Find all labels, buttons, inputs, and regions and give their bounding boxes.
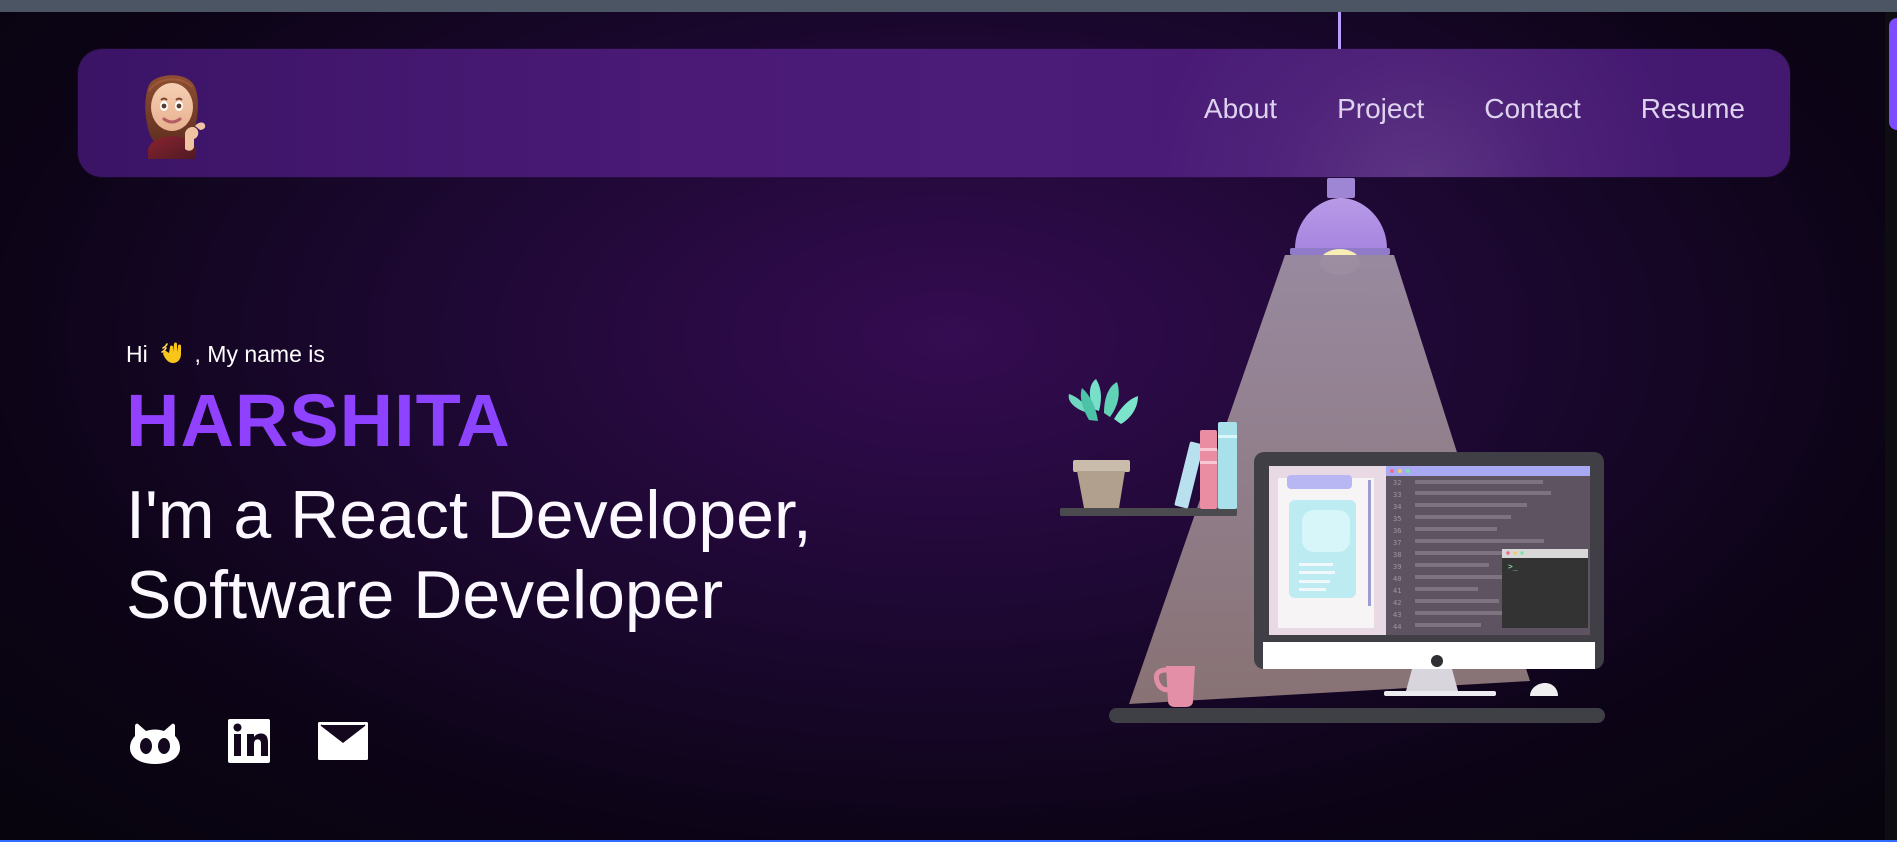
- code-line-number: 40: [1393, 575, 1401, 583]
- social-links: [126, 715, 372, 767]
- code-line-number: 38: [1393, 551, 1401, 559]
- code-line-number: 42: [1393, 599, 1401, 607]
- code-line-number: 34: [1393, 503, 1401, 511]
- nav-links: About Project Contact Resume: [1204, 95, 1745, 123]
- potted-plant-icon: [1068, 379, 1138, 508]
- linkedin-icon[interactable]: [220, 715, 278, 767]
- monitor-code-editor-icon: 32 33 34 35 36 37 38 39 40 41 42 43 44 >_: [1254, 452, 1604, 696]
- right-scroll-rail: [1885, 12, 1897, 842]
- shelf: [1060, 508, 1237, 516]
- greeting-suffix: , My name is: [194, 341, 325, 367]
- books-icon: [1174, 422, 1237, 509]
- hero-section: Hi , My name is HARSHITA I'm a React Dev…: [126, 340, 1026, 635]
- portfolio-page: About Project Contact Resume Hi , My nam…: [0, 0, 1897, 842]
- desk-scene: 32 33 34 35 36 37 38 39 40 41 42 43 44 >_: [1030, 176, 1650, 736]
- code-line-number: 44: [1393, 623, 1401, 631]
- hero-role-line-1: I'm a React Developer,: [126, 477, 812, 553]
- waving-hand-icon: [160, 340, 186, 366]
- github-icon[interactable]: [126, 715, 184, 767]
- code-line-number: 39: [1393, 563, 1401, 571]
- code-line-number: 43: [1393, 611, 1401, 619]
- browser-top-strip: [0, 0, 1897, 12]
- mouse-icon: [1530, 683, 1558, 696]
- code-line-number: 33: [1393, 491, 1401, 499]
- hero-role-line-2: Software Developer: [126, 556, 724, 633]
- hero-name: HARSHITA: [126, 384, 1026, 458]
- code-line-number: 35: [1393, 515, 1401, 523]
- desk-surface: [1109, 708, 1605, 723]
- lamp-cord: [1338, 12, 1341, 49]
- right-scroll-thumb[interactable]: [1889, 18, 1897, 130]
- nav-link-project[interactable]: Project: [1337, 95, 1424, 123]
- code-line-number: 36: [1393, 527, 1401, 535]
- greeting-text: Hi: [126, 341, 148, 367]
- nav-link-resume[interactable]: Resume: [1641, 95, 1745, 123]
- top-navbar: About Project Contact Resume: [78, 49, 1790, 177]
- svg-text:>_: >_: [1508, 562, 1518, 571]
- code-line-number: 41: [1393, 587, 1401, 595]
- nav-link-about[interactable]: About: [1204, 95, 1277, 123]
- code-line-number: 32: [1393, 479, 1401, 487]
- hero-greeting: Hi , My name is: [126, 340, 1026, 366]
- memoji-thumbs-up-icon[interactable]: [130, 67, 220, 159]
- nav-link-contact[interactable]: Contact: [1484, 95, 1581, 123]
- code-line-number: 37: [1393, 539, 1401, 547]
- mail-icon[interactable]: [314, 715, 372, 767]
